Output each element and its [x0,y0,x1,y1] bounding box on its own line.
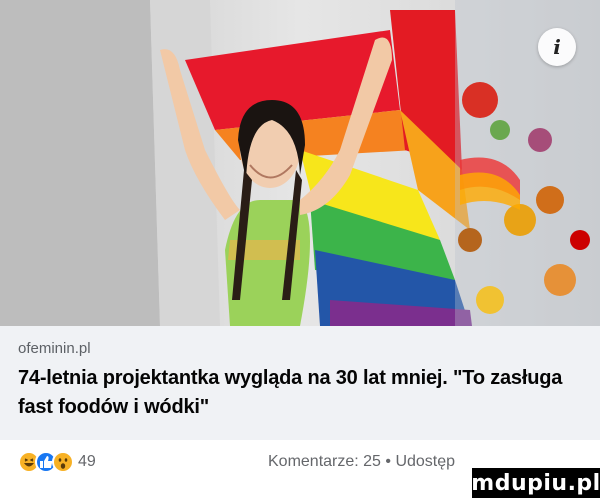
reaction-count[interactable]: 49 [78,453,96,471]
article-headline[interactable]: 74-letnia projektantka wygląda na 30 lat… [18,364,588,422]
wow-reaction-icon [52,451,74,473]
reactions-summary[interactable] [18,451,74,473]
photo-illustration [0,0,600,326]
info-icon[interactable]: i [538,28,576,66]
source-domain: ofeminin.pl [18,340,91,357]
comments-shares-summary[interactable]: Komentarze: 25 • Udostęp [268,453,455,471]
watermark-logo: mdupiu.pl [471,468,600,498]
link-preview-caption[interactable]: ofeminin.pl 74-letnia projektantka wyglą… [0,326,600,440]
post-footer: 49 Komentarze: 25 • Udostęp mdupiu.pl [0,440,600,498]
post-image[interactable]: i [0,0,600,326]
